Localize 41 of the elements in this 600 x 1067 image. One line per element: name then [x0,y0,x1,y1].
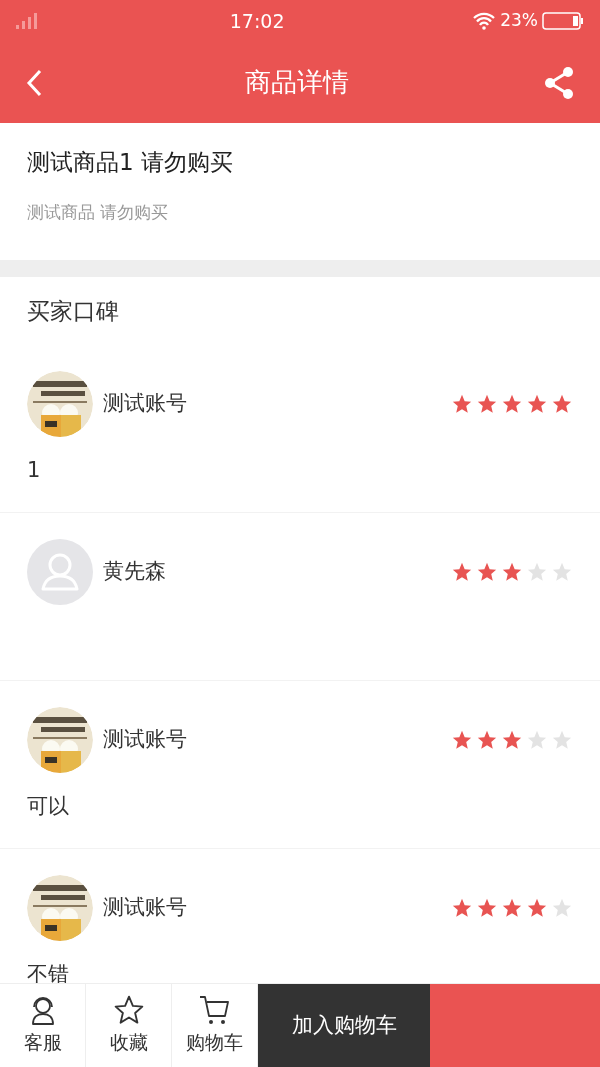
user-name: 测试账号 [103,726,188,754]
section-title: 买家口碑 [27,296,119,326]
battery-percent: 23% [500,9,538,33]
star-icon [451,729,473,751]
user-name: 测试账号 [103,390,188,418]
star-icon [526,561,548,583]
product-name: 测试商品1 请勿购买 [27,148,234,177]
product-subtitle: 测试商品 请勿购买 [27,200,170,224]
review-text: 1 [27,457,42,484]
star-icon [451,897,473,919]
star-icon [551,729,573,751]
status-time: 17:02 [229,8,285,34]
review-text: 不错 [27,961,70,983]
star-icon [501,729,523,751]
star-icon [112,994,145,1027]
user-name: 测试账号 [103,894,188,922]
star-icon [551,897,573,919]
battery-icon [542,12,584,30]
wifi-icon [472,12,497,30]
user-name: 黄先森 [103,558,167,586]
star-icon [476,897,498,919]
star-icon [526,897,548,919]
star-icon [551,561,573,583]
star-icon [451,561,473,583]
star-icon [476,561,498,583]
star-icon [526,729,548,751]
star-icon [451,393,473,415]
star-icon [551,393,573,415]
star-icon [501,561,523,583]
star-icon [501,897,523,919]
star-icon [476,393,498,415]
star-icon [526,393,548,415]
back-icon [24,67,44,98]
add-to-cart-button[interactable]: 加入购物车 [258,984,430,1067]
review-text: 可以 [27,793,70,820]
star-icon [476,729,498,751]
page-title: 商品详情 [245,66,349,99]
share-icon [543,65,575,100]
user-avatar-icon [27,539,93,605]
star-icon [501,393,523,415]
cart-icon [197,994,232,1027]
